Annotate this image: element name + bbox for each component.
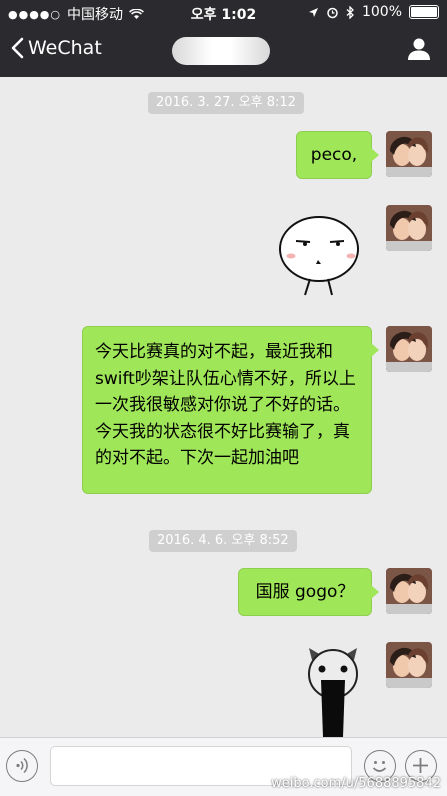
chevron-left-icon (11, 37, 24, 59)
shocked-face-sticker[interactable] (306, 646, 360, 741)
nav-bar: WeChat (0, 25, 447, 77)
back-label: WeChat (28, 37, 102, 59)
avatar[interactable] (386, 205, 432, 251)
message-bubble[interactable]: 国服 gogo？ (238, 568, 379, 616)
status-bar: ●●●●○ 中国移动 오후 1:02 100% (0, 0, 447, 25)
timestamp-pill: 2016. 4. 6. 오후 8:52 (149, 530, 297, 552)
voice-icon (16, 757, 28, 774)
avatar[interactable] (386, 131, 432, 177)
alarm-clock-icon (327, 7, 338, 18)
timestamp-pill: 2016. 3. 27. 오후 8:12 (148, 92, 304, 114)
person-icon (408, 38, 430, 60)
location-arrow-icon (308, 7, 318, 17)
avatar[interactable] (386, 326, 432, 372)
avatar[interactable] (386, 568, 432, 614)
contact-profile-button[interactable] (407, 37, 431, 65)
chat-title-redacted (172, 37, 270, 65)
status-right: 100% (308, 4, 439, 20)
voice-input-button[interactable] (6, 750, 38, 782)
watermark-text: weibo.com/u/5688895842 (271, 776, 441, 791)
back-button[interactable]: WeChat (10, 37, 102, 59)
message-bubble[interactable]: 今天比赛真的对不起，最近我和swift吵架让队伍心情不好，所以上一次我很敏感对你… (82, 326, 379, 494)
bluetooth-icon (346, 5, 354, 19)
message-bubble[interactable]: peco, (296, 131, 379, 179)
battery-icon (409, 5, 439, 19)
battery-percent: 100% (361, 4, 402, 20)
blank-stare-face-sticker[interactable] (274, 211, 364, 301)
avatar[interactable] (386, 642, 432, 688)
